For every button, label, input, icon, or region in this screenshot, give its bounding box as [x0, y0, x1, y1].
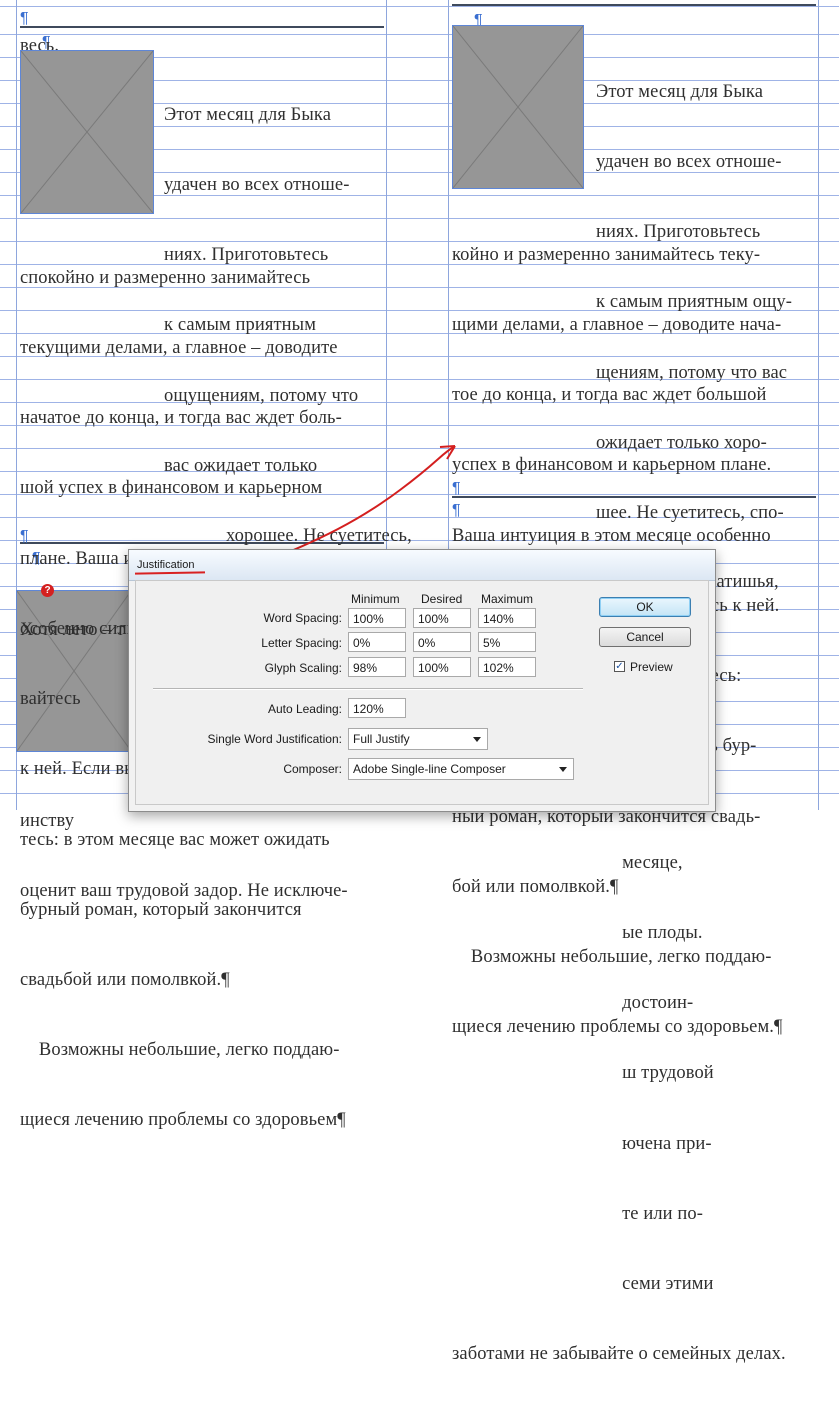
overset-warning-icon[interactable]: ? — [41, 584, 54, 597]
word-spacing-min-input[interactable]: 100% — [348, 608, 406, 628]
separator — [153, 688, 583, 690]
single-word-justification-select[interactable]: Full Justify — [348, 728, 488, 750]
letter-spacing-min-input[interactable]: 0% — [348, 632, 406, 652]
word-spacing-label: Word Spacing: — [263, 611, 343, 625]
section-rule — [452, 4, 816, 6]
title-underline — [134, 571, 206, 575]
glyph-scaling-min-input[interactable]: 98% — [348, 657, 406, 677]
glyph-scaling-label: Glyph Scaling: — [264, 661, 342, 675]
ok-button[interactable]: OK — [599, 597, 691, 617]
letter-spacing-max-input[interactable]: 5% — [478, 632, 536, 652]
column-header-maximum: Maximum — [481, 592, 534, 606]
composer-label: Composer: — [283, 762, 342, 776]
image-placeholder[interactable] — [20, 50, 154, 214]
column-header-minimum: Minimum — [351, 592, 400, 606]
word-spacing-max-input[interactable]: 140% — [478, 608, 536, 628]
preview-label: Preview — [630, 660, 673, 674]
glyph-scaling-max-input[interactable]: 102% — [478, 657, 536, 677]
glyph-scaling-desired-input[interactable]: 100% — [413, 657, 471, 677]
section-rule — [20, 26, 384, 28]
auto-leading-label: Auto Leading: — [267, 702, 342, 716]
justification-dialog: Justification Minimum Desired Maximum Wo… — [128, 549, 716, 812]
chevron-down-icon — [559, 767, 567, 772]
dialog-title-bar[interactable]: Justification — [129, 550, 715, 581]
single-word-justification-value: Full Justify — [353, 732, 410, 746]
dialog-title: Justification — [137, 559, 195, 571]
preview-checkbox[interactable]: ✓ — [614, 661, 625, 672]
image-placeholder[interactable] — [452, 25, 584, 189]
column-guide — [818, 0, 819, 810]
chevron-down-icon — [473, 737, 481, 742]
auto-leading-input[interactable]: 120% — [348, 698, 406, 718]
left-after-rule-text: Хотя лето – т — [20, 619, 125, 640]
word-spacing-desired-input[interactable]: 100% — [413, 608, 471, 628]
single-word-justification-label: Single Word Justification: — [207, 732, 342, 746]
composer-value: Adobe Single-line Composer — [353, 762, 506, 776]
composer-select[interactable]: Adobe Single-line Composer — [348, 758, 574, 780]
letter-spacing-label: Letter Spacing: — [261, 636, 342, 650]
column-header-desired: Desired — [421, 592, 463, 606]
letter-spacing-desired-input[interactable]: 0% — [413, 632, 471, 652]
cancel-button[interactable]: Cancel — [599, 627, 691, 647]
